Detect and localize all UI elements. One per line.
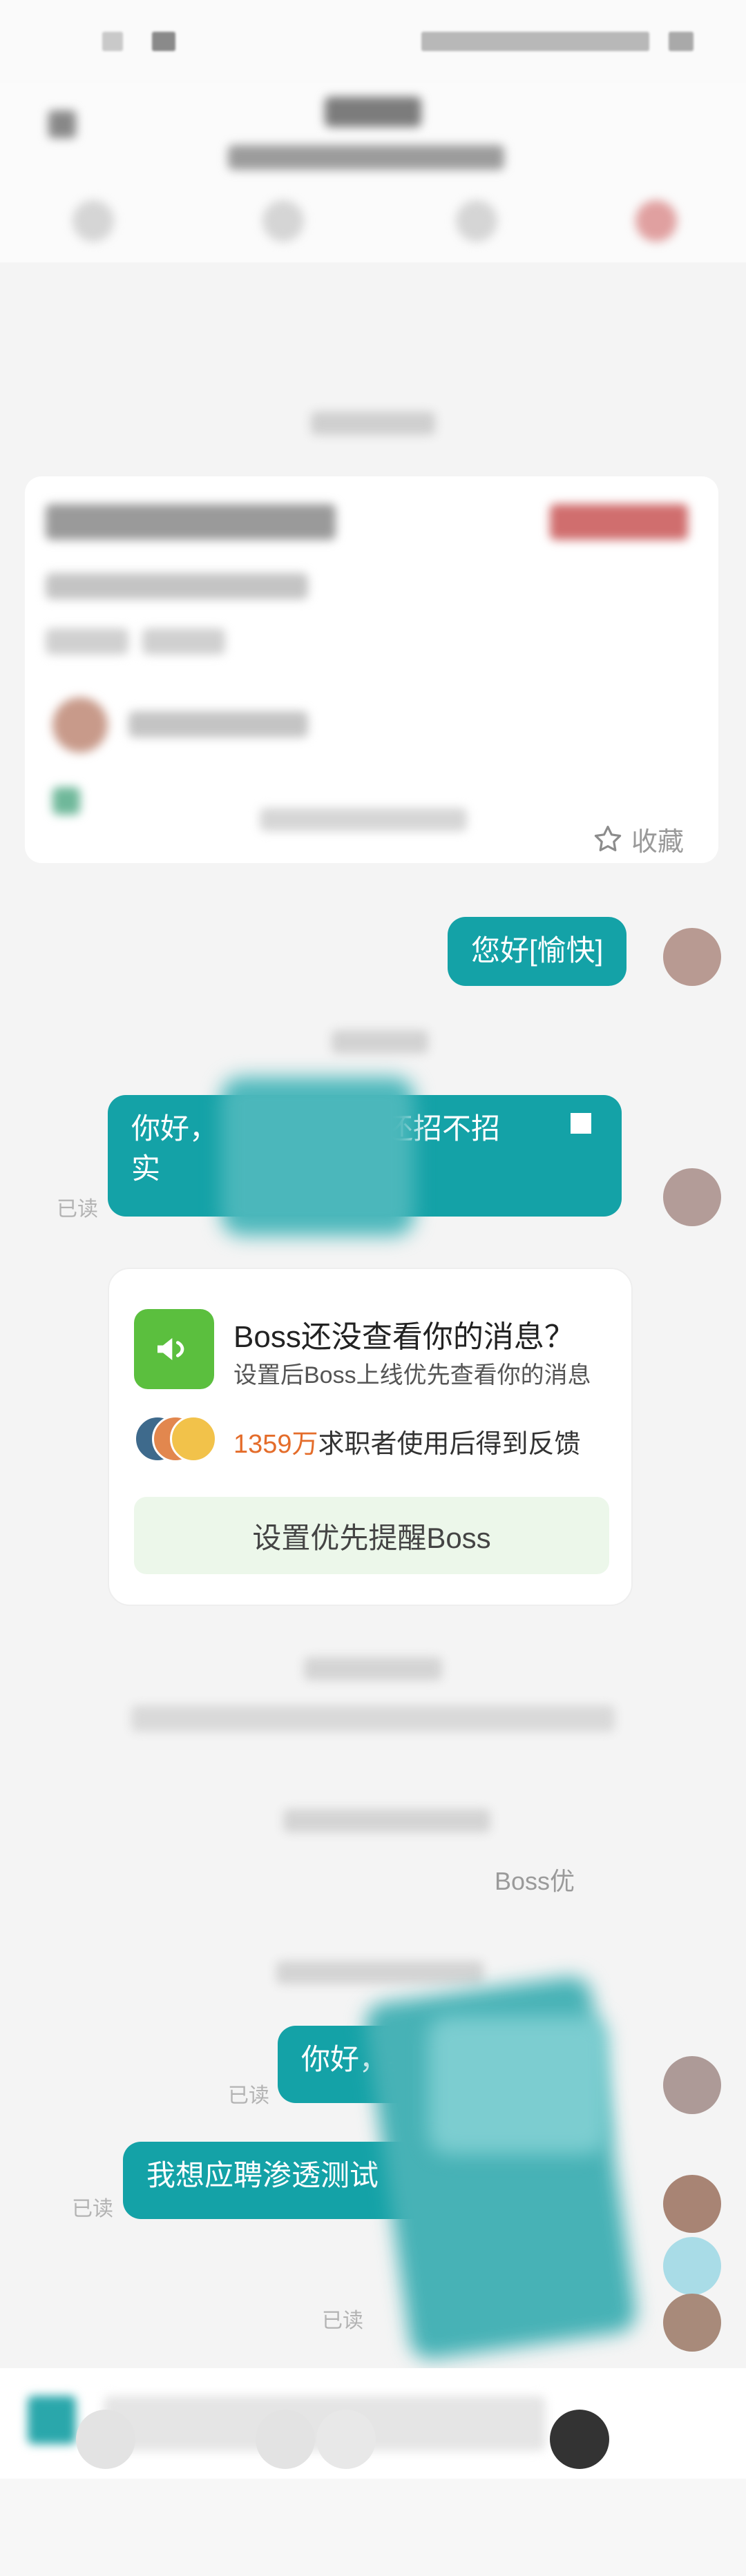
redacted-area xyxy=(428,2016,608,2154)
status-icon xyxy=(102,32,123,51)
input-icon[interactable] xyxy=(76,2410,135,2469)
my-avatar[interactable] xyxy=(663,928,721,986)
job-tag xyxy=(142,628,225,655)
header-action-icon[interactable] xyxy=(635,200,677,242)
redacted-area xyxy=(221,1077,414,1236)
input-icon[interactable] xyxy=(256,2410,315,2469)
timestamp xyxy=(311,411,435,435)
emoji-icon xyxy=(571,1113,591,1134)
input-bar xyxy=(0,2368,746,2479)
avatar xyxy=(663,2237,721,2295)
status-icons-cluster xyxy=(421,32,649,51)
priority-reminder-card: Boss还没查看你的消息？ 设置后Boss上线优先查看你的消息 1359万求职者… xyxy=(108,1268,633,1606)
job-title xyxy=(46,504,336,540)
user-count-suffix: 求职者使用后得到反馈 xyxy=(318,1430,581,1459)
bottom-toolbar xyxy=(0,2479,746,2576)
system-tip-blurred xyxy=(131,1705,615,1732)
voice-toggle-icon[interactable] xyxy=(28,2396,76,2444)
contact-name xyxy=(325,97,421,127)
emoji-button[interactable] xyxy=(550,2410,609,2469)
message-text: 实 xyxy=(131,1152,161,1185)
contact-company xyxy=(228,145,504,170)
timestamp xyxy=(332,1030,428,1054)
back-icon[interactable] xyxy=(48,110,76,138)
timestamp xyxy=(276,1961,484,1984)
user-count: 1359万 xyxy=(233,1430,318,1459)
favorite-label: 收藏 xyxy=(631,828,684,857)
message-text: 您好[愉快] xyxy=(471,934,604,967)
reminder-subtitle: 设置后Boss上线优先查看你的消息 xyxy=(233,1362,591,1388)
location-icon xyxy=(52,787,80,815)
job-address xyxy=(260,808,467,831)
message-text: 我想应聘渗透测试 xyxy=(146,2159,379,2191)
chat-header xyxy=(0,83,746,262)
status-bar xyxy=(0,0,746,83)
favorite-button[interactable]: 收藏 xyxy=(591,820,684,858)
read-status: 已读 xyxy=(57,1198,98,1221)
job-card[interactable] xyxy=(25,476,718,863)
read-status: 已读 xyxy=(72,2198,113,2220)
job-tag xyxy=(46,628,128,655)
status-icon xyxy=(152,32,175,51)
message-bubble[interactable]: 您好[愉快] xyxy=(448,917,627,986)
avatar xyxy=(170,1415,217,1462)
message-text: 你好， xyxy=(131,1112,219,1145)
header-action-icon[interactable] xyxy=(262,200,304,242)
recruiter-name xyxy=(128,711,308,737)
system-tip-blurred xyxy=(283,1809,490,1832)
my-avatar[interactable] xyxy=(663,1168,721,1226)
my-avatar[interactable] xyxy=(663,2175,721,2233)
megaphone-icon xyxy=(134,1309,214,1389)
my-avatar[interactable] xyxy=(663,2294,721,2352)
job-salary xyxy=(550,504,688,540)
read-status: 已读 xyxy=(228,2084,269,2107)
system-tip: Boss优 xyxy=(495,1867,575,1895)
reminder-title: Boss还没查看你的消息？ xyxy=(233,1320,575,1354)
megaphone-glyph xyxy=(157,1338,184,1360)
my-avatar[interactable] xyxy=(663,2056,721,2114)
read-status: 已读 xyxy=(322,2309,363,2332)
input-icon[interactable] xyxy=(316,2410,376,2469)
recruiter-avatar xyxy=(52,697,108,753)
battery-icon xyxy=(669,32,694,51)
header-action-icon[interactable] xyxy=(456,200,497,242)
header-action-icon[interactable] xyxy=(73,200,114,242)
star-outline-icon xyxy=(594,825,622,851)
chat-screen: 收藏 您好[愉快] 你好， 还招不招 实 已读 Boss还没查看你的消息？ 设置后… xyxy=(0,0,746,2576)
set-priority-reminder-button[interactable]: 设置优先提醒Boss xyxy=(134,1497,609,1574)
reminder-stat: 1359万求职者使用后得到反馈 xyxy=(233,1422,581,1460)
system-tip-blurred xyxy=(304,1657,442,1681)
user-avatars xyxy=(134,1415,224,1466)
job-company xyxy=(46,573,308,599)
